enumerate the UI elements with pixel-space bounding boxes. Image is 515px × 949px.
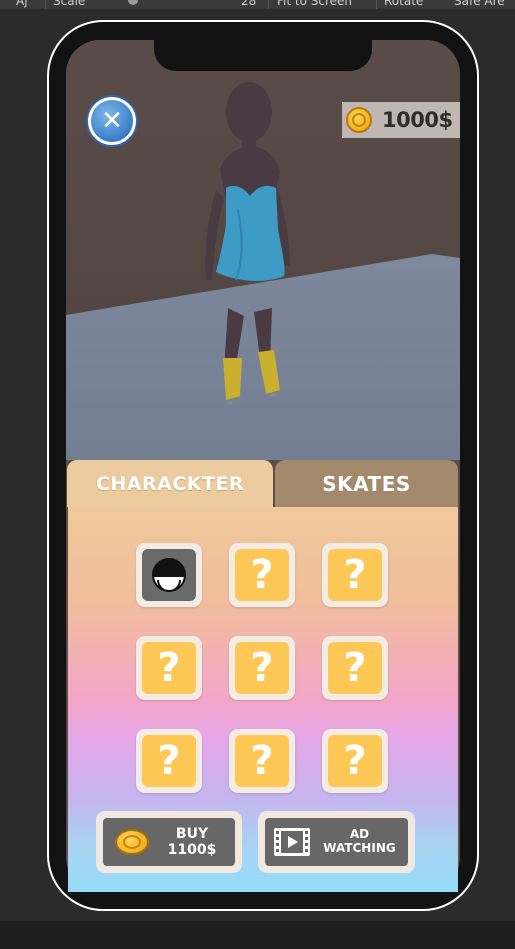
question-mark-icon: ? [343, 738, 367, 784]
device-notch [154, 40, 372, 71]
buy-label: BUY [175, 825, 209, 842]
tab-characters[interactable]: CHARACKTER [67, 460, 273, 507]
buy-button-face: BUY 1100$ [103, 818, 235, 866]
scale-label: Scale [53, 0, 86, 8]
locked-slot: ? [142, 735, 196, 787]
locked-slot: ? [142, 642, 196, 694]
rotate-button[interactable]: Rotate [384, 0, 423, 8]
buy-button-label: BUY 1100$ [149, 826, 235, 858]
character-slot[interactable]: ? [136, 636, 202, 700]
toolbar-divider [268, 0, 269, 9]
question-mark-icon: ? [343, 552, 367, 598]
aspect-label[interactable]: Aj [16, 0, 28, 8]
character-slot[interactable]: ? [229, 729, 295, 793]
film-icon [274, 828, 310, 856]
coin-icon [346, 107, 372, 133]
locked-slot: ? [328, 549, 382, 601]
safe-area-toggle[interactable]: Safe Are [454, 0, 505, 8]
scale-slider-handle[interactable] [128, 0, 138, 5]
character-face-icon [152, 558, 186, 592]
toolbar-divider [45, 0, 46, 9]
editor-bottom-bar [0, 921, 515, 949]
watch-ad-button-face: AD WATCHING [265, 818, 408, 866]
character-slot[interactable]: ? [322, 729, 388, 793]
editor-toolbar: Aj Scale 28 Fit to Screen Rotate Safe Ar… [0, 0, 515, 9]
tab-skates[interactable]: SKATES [275, 460, 458, 507]
character-slot[interactable]: ? [136, 729, 202, 793]
slot-face [142, 549, 196, 601]
buy-button[interactable]: BUY 1100$ [96, 811, 242, 873]
fit-to-screen-toggle[interactable]: Fit to Screen [277, 0, 352, 8]
locked-slot: ? [235, 735, 289, 787]
locked-slot: ? [235, 549, 289, 601]
buy-price: 1100$ [167, 842, 217, 858]
ad-label-line2: WATCHING [323, 841, 396, 855]
locked-slot: ? [235, 642, 289, 694]
locked-slot: ? [328, 642, 382, 694]
question-mark-icon: ? [250, 738, 274, 784]
question-mark-icon: ? [250, 552, 274, 598]
close-icon: ✕ [101, 106, 123, 136]
character-slot[interactable]: ? [322, 543, 388, 607]
question-mark-icon: ? [157, 738, 181, 784]
coin-icon [115, 829, 149, 855]
character-slot[interactable]: ? [229, 636, 295, 700]
left-skate [223, 358, 242, 400]
ad-label-line1: AD [349, 827, 370, 842]
character-slot[interactable]: ? [322, 636, 388, 700]
right-skate [258, 350, 280, 394]
coin-amount: 1000$ [382, 108, 453, 132]
coin-counter: 1000$ [342, 102, 460, 138]
close-button[interactable]: ✕ [88, 97, 136, 145]
scale-value: 28 [241, 0, 257, 8]
locked-slot: ? [328, 735, 382, 787]
question-mark-icon: ? [343, 645, 367, 691]
character-slot[interactable]: ? [229, 543, 295, 607]
watch-ad-label: AD WATCHING [311, 827, 408, 856]
watch-ad-button[interactable]: AD WATCHING [258, 811, 415, 873]
toolbar-divider [376, 0, 377, 9]
question-mark-icon: ? [250, 645, 274, 691]
character-slot[interactable] [136, 543, 202, 607]
question-mark-icon: ? [157, 645, 181, 691]
